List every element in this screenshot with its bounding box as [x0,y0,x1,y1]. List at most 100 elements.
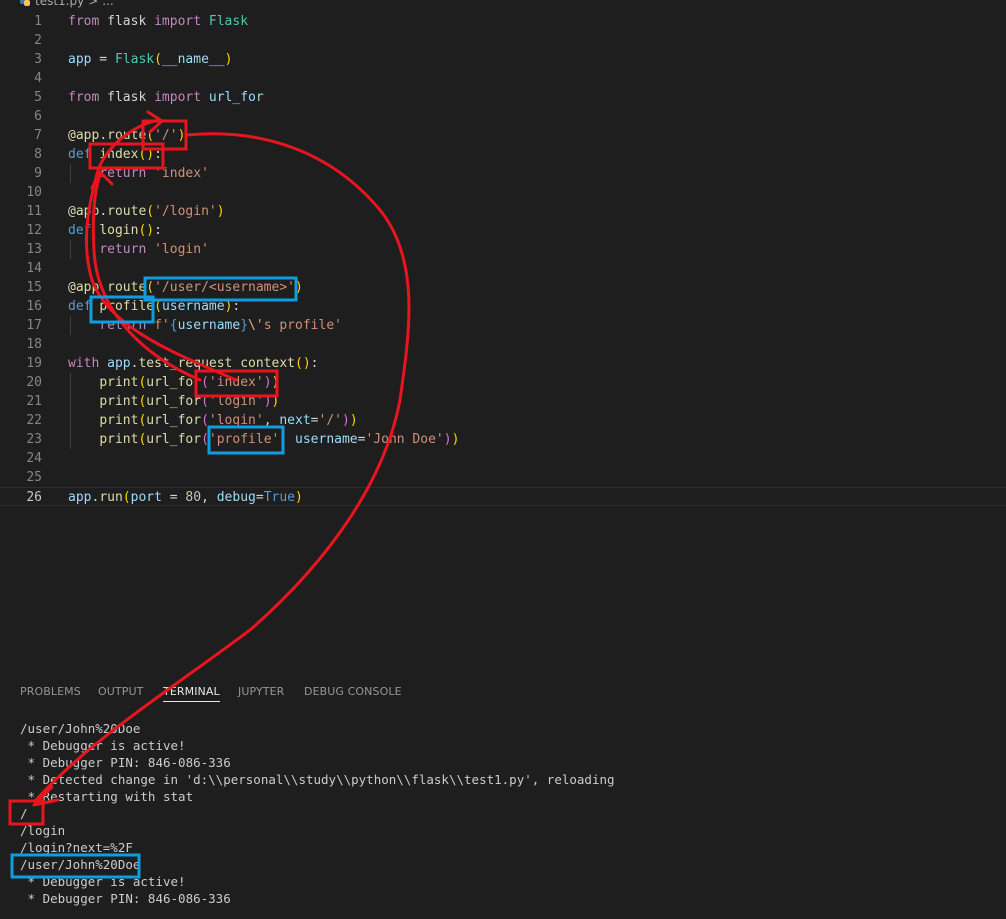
code-token: = [91,52,115,67]
code-token: ) [451,432,460,447]
code-token: ( [154,299,162,314]
terminal-line: /login [20,823,66,838]
code-token: ( [201,413,209,428]
code-token: 'login' [154,242,209,257]
code-line[interactable]: 12 def login(): [0,221,1006,240]
code-token: ) [263,375,272,390]
code-line[interactable]: 11 @app.route('/login') [0,202,1006,221]
code-line[interactable]: 9 return 'index' [0,164,1006,183]
code-line[interactable]: 22 print(url_for('login', next='/')) [0,411,1006,430]
line-number: 25 [26,470,42,485]
tab-debug-console[interactable]: DEBUG CONSOLE [304,685,402,698]
line-number: 11 [26,204,42,219]
breadcrumb-trail[interactable]: ... [102,0,113,8]
code-line[interactable]: 25 [0,468,1006,487]
code-line[interactable]: 21 print(url_for('login')) [0,392,1006,411]
code-line[interactable]: 6 [0,107,1006,126]
code-text: @app.route('/user/<username>') [68,278,303,297]
indent-guide [70,316,71,335]
code-token: '/login' [154,204,217,219]
code-text: return 'login' [68,240,209,259]
code-line[interactable]: 1 from flask import Flask [0,12,1006,31]
code-line[interactable]: 14 [0,259,1006,278]
code-token: ( [201,394,209,409]
code-token: url_for [146,432,202,447]
code-token: print [99,413,139,428]
code-line[interactable]: 5 from flask import url_for [0,88,1006,107]
terminal-output[interactable]: /user/John%20Doe * Debugger is active! *… [20,720,990,907]
code-token: app [68,52,92,67]
line-number: 10 [26,185,42,200]
code-text: return f'{username}\'s profile' [68,316,342,335]
code-line[interactable]: 13 return 'login' [0,240,1006,259]
terminal-line: / [20,806,28,821]
code-text: def profile(username): [68,297,240,316]
code-token: ( [122,490,131,505]
code-text: app = Flask(__name__) [68,50,232,69]
code-token: def [68,223,92,238]
code-token: ( [154,52,162,67]
code-line[interactable]: 8 def index(): [0,145,1006,164]
code-line[interactable]: 19 with app.test_request_context(): [0,354,1006,373]
code-token: ( [146,280,155,295]
code-line[interactable]: 23 print(url_for('profile', username='Jo… [0,430,1006,449]
code-line[interactable]: 16 def profile(username): [0,297,1006,316]
line-number: 3 [34,52,42,67]
panel-tab-bar: PROBLEMS OUTPUT TERMINAL JUPYTER DEBUG CONSO… [0,680,1006,704]
code-line[interactable]: 20 print(url_for('index')) [0,373,1006,392]
code-line[interactable]: 24 [0,449,1006,468]
line-number: 13 [26,242,42,257]
code-token: ) [295,280,303,295]
code-line[interactable]: 18 [0,335,1006,354]
code-token: print [99,375,139,390]
code-text: def login(): [68,221,162,240]
code-token: . [99,204,108,219]
code-line[interactable]: 26 app.run(port = 80, debug=True) [0,487,1006,506]
code-editor[interactable]: 1 from flask import Flask 2 3 app = Flask(__… [0,12,1006,512]
code-token: True [263,490,296,505]
code-token: : [232,299,241,314]
breadcrumb[interactable]: test1.py > ... [20,0,114,8]
code-token: ) [271,394,280,409]
code-token: run [99,490,123,505]
line-number: 23 [26,432,42,447]
code-line[interactable]: 3 app = Flask(__name__) [0,50,1006,69]
line-number: 5 [34,90,42,105]
code-token: app [68,490,92,505]
code-token: \' [248,318,264,333]
code-token: url_for [146,413,202,428]
line-number: 2 [34,33,42,48]
code-line[interactable]: 15 @app.route('/user/<username>') [0,278,1006,297]
breadcrumb-file[interactable]: test1.py [35,0,84,8]
line-number: 8 [34,147,42,162]
code-text: print(url_for('index')) [68,373,279,392]
code-token: debug [216,490,256,505]
code-token: with [68,356,100,371]
line-number: 21 [26,394,42,409]
code-line[interactable]: 7 @app.route('/') [0,126,1006,145]
tab-output[interactable]: OUTPUT [98,685,143,698]
code-token: route [107,204,147,219]
tab-problems[interactable]: PROBLEMS [20,685,81,698]
terminal-line: /user/John%20Doe [20,721,141,736]
code-line[interactable]: 17 return f'{username}\'s profile' [0,316,1006,335]
code-line[interactable]: 4 [0,69,1006,88]
code-text: def index(): [68,145,162,164]
line-number: 9 [34,166,42,181]
tab-jupyter[interactable]: JUPYTER [238,685,284,698]
code-token: username [295,432,358,447]
terminal-line: * Detected change in 'd:\\personal\\stud… [20,772,615,787]
code-token: flask [99,90,155,105]
code-line[interactable]: 10 [0,183,1006,202]
line-number: 6 [34,109,42,124]
tab-terminal[interactable]: TERMINAL [163,685,220,702]
code-token: from [68,14,100,29]
code-token: __name__ [161,52,225,67]
code-token: url_for [146,394,202,409]
code-token: ) [443,432,452,447]
code-token: , [201,490,217,505]
code-line[interactable]: 2 [0,31,1006,50]
